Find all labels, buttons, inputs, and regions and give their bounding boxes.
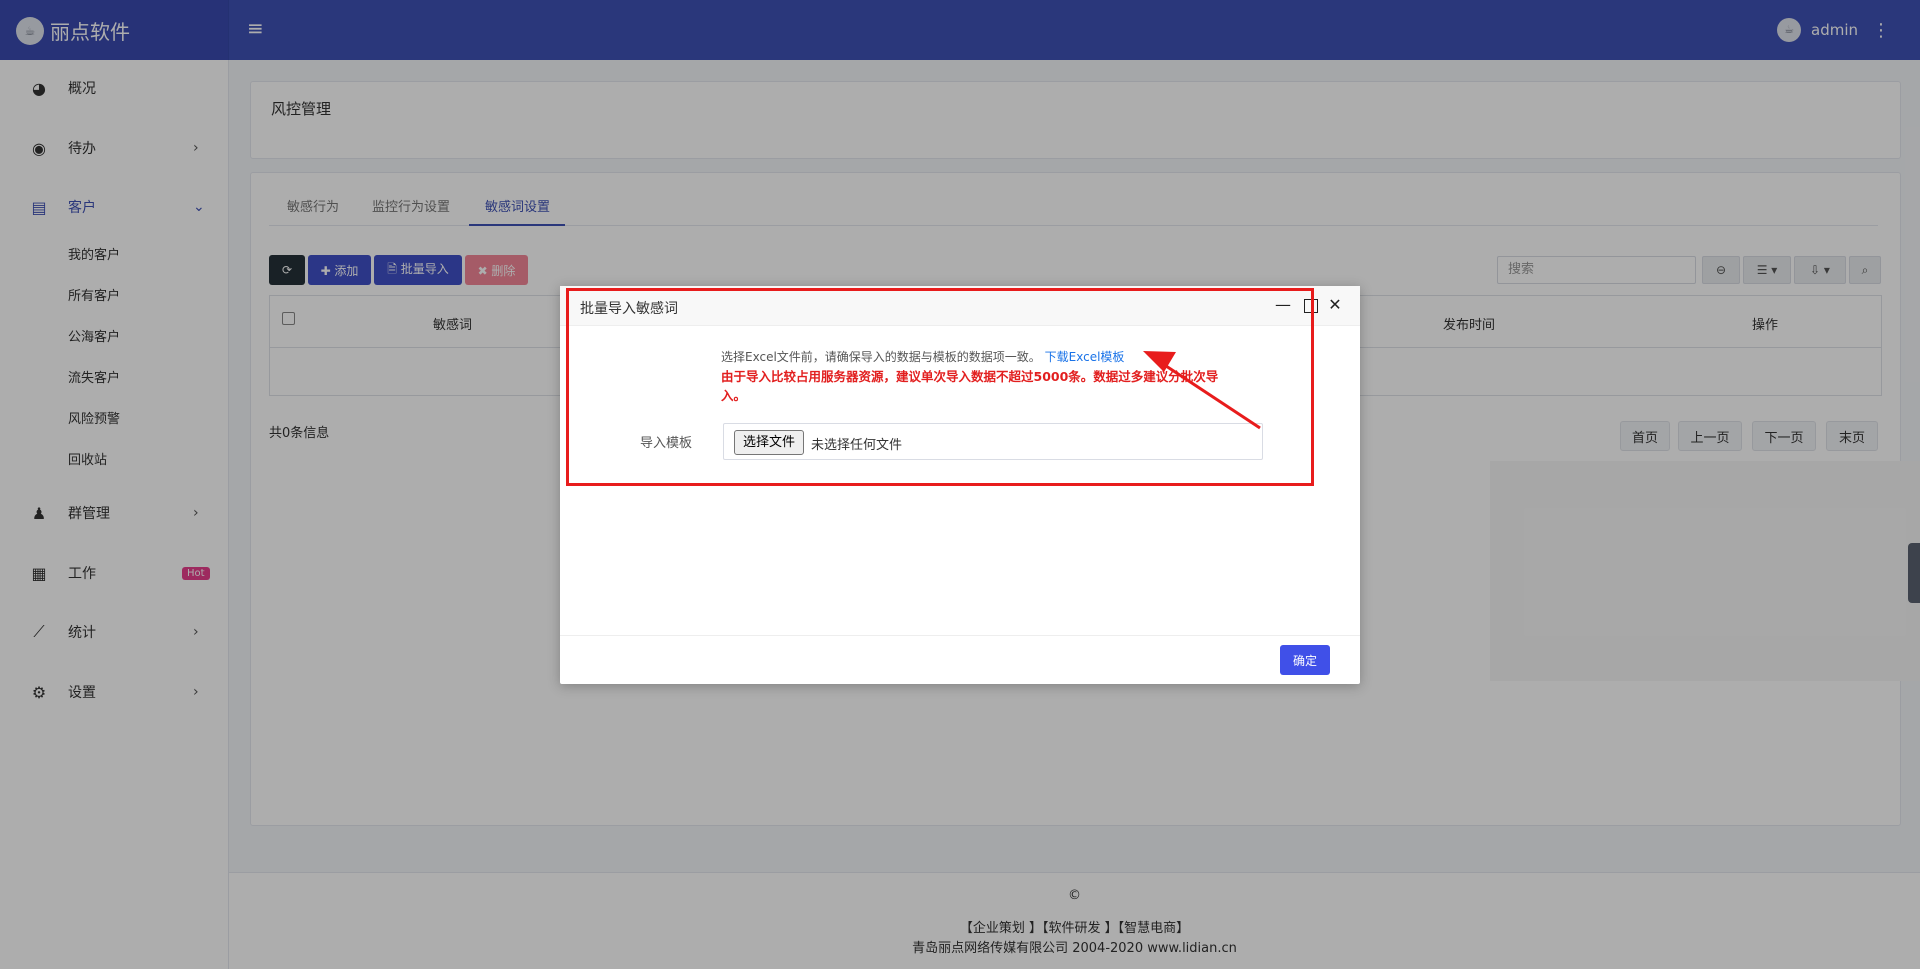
modal-footer-divider bbox=[560, 635, 1360, 636]
confirm-button[interactable]: 确定 bbox=[1280, 645, 1330, 675]
close-icon[interactable]: ✕ bbox=[1325, 295, 1345, 314]
annotation-highlight-box bbox=[566, 288, 1314, 486]
